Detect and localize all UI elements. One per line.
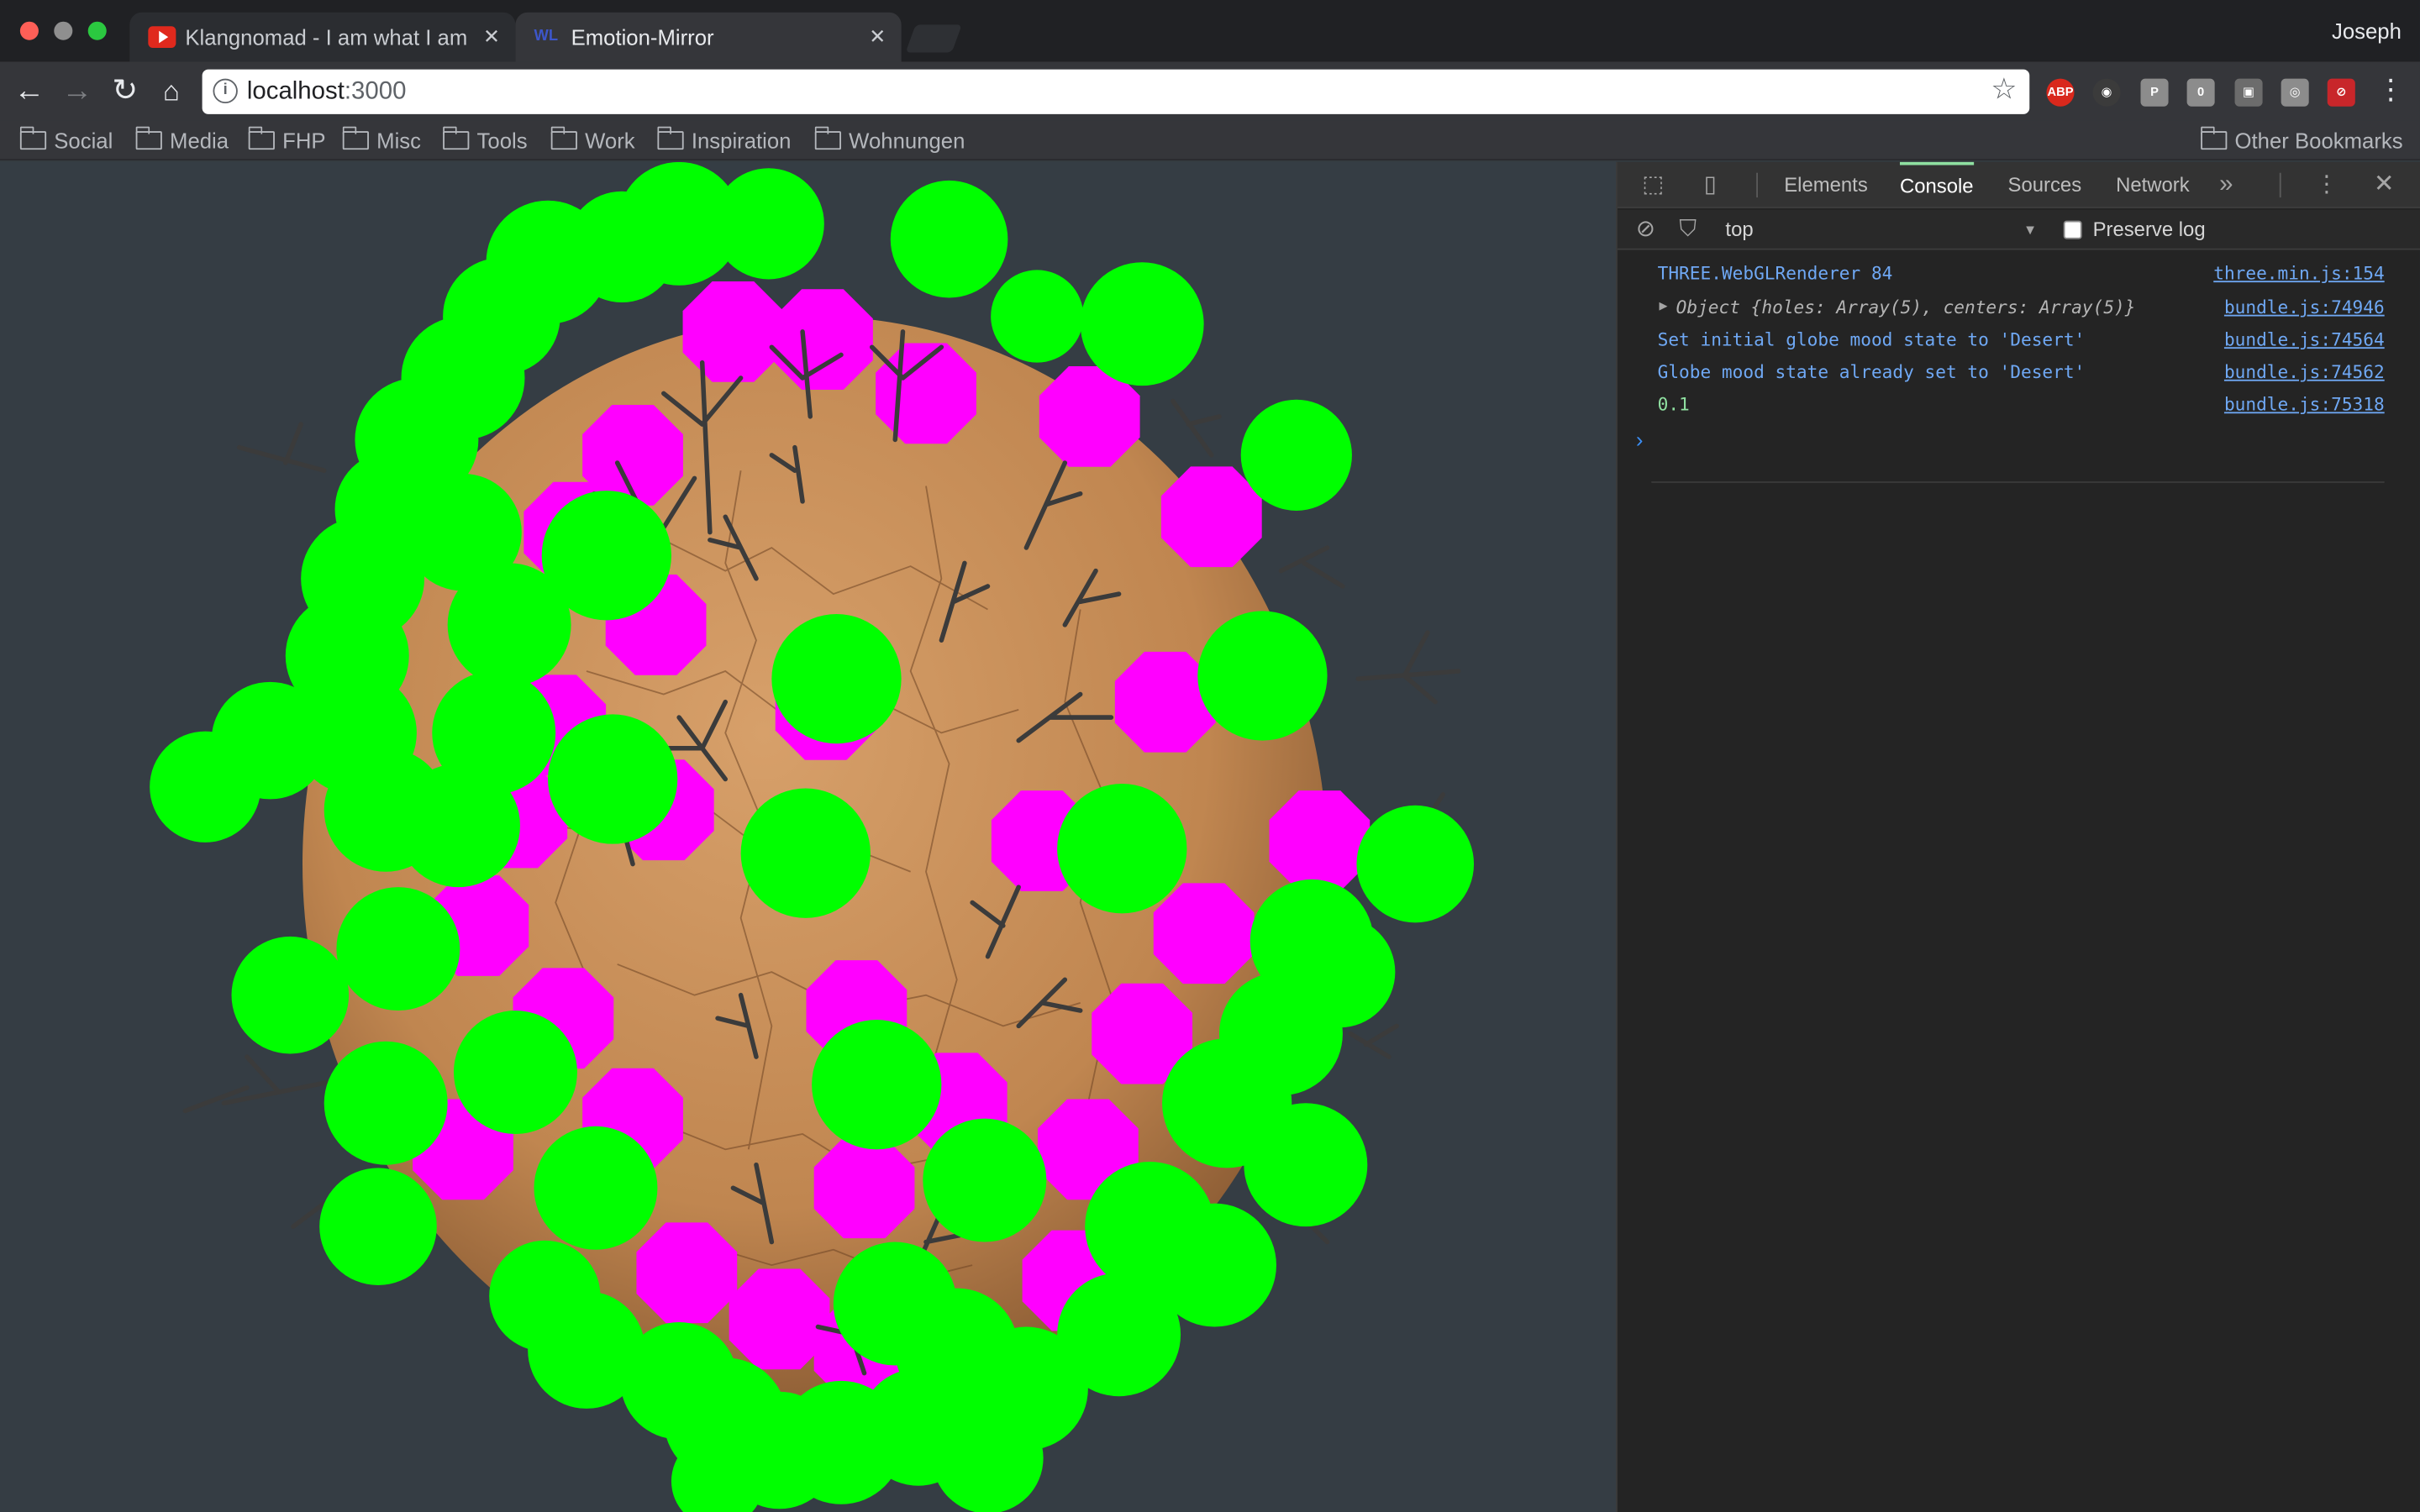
console-text[interactable]: Object {holes: Array(5), centers: Array(…	[1676, 291, 2136, 324]
tab-elements[interactable]: Elements	[1784, 162, 1868, 208]
console-message: 0.1 bundle.js:75318	[1618, 389, 2420, 422]
youtube-icon	[148, 26, 176, 48]
bookmark-folder-misc[interactable]: Misc	[341, 125, 421, 156]
profile-name[interactable]: Joseph	[2332, 18, 2402, 43]
home-icon[interactable]: ⌂	[155, 74, 188, 108]
console-message: ▶ Object {holes: Array(5), centers: Arra…	[1618, 291, 2420, 324]
bookmarks-bar: Social Media FHP Misc Tools Work Inspira…	[0, 120, 2420, 161]
console-text: THREE.WebGLRenderer 84	[1657, 262, 1893, 284]
folder-icon	[247, 126, 275, 150]
tab-close-icon[interactable]: ✕	[869, 13, 886, 62]
bookmark-folder-tools[interactable]: Tools	[442, 125, 528, 156]
more-tabs-icon[interactable]: »	[2219, 162, 2233, 208]
p-icon[interactable]: P	[2140, 78, 2169, 107]
context-select[interactable]: top	[1725, 210, 1753, 250]
console-text: Globe mood state already set to 'Desert'	[1657, 360, 2086, 383]
console-source-link[interactable]: bundle.js:74946	[2224, 291, 2385, 324]
console-text: 0.1	[1657, 393, 1690, 416]
console-source-link[interactable]: three.min.js:154	[2213, 258, 2384, 291]
abp-icon[interactable]: ABP	[2046, 78, 2075, 107]
reload-icon[interactable]: ↻	[108, 74, 142, 108]
bookmark-folder-fhp[interactable]: FHP	[247, 125, 326, 156]
zero-icon[interactable]: 0	[2186, 78, 2215, 107]
bookmark-folder-media[interactable]: Media	[134, 125, 229, 156]
globe-scene	[150, 161, 1475, 1512]
close-devtools-icon[interactable]: ✕	[2374, 162, 2395, 208]
bookmark-folder-wohnungen[interactable]: Wohnungen	[813, 125, 965, 156]
photo-icon[interactable]: ▣	[2234, 78, 2263, 107]
folder-icon	[656, 126, 684, 150]
bookmark-folder-work[interactable]: Work	[550, 125, 635, 156]
devtools-toolbar: ⬚ ▯ Elements Console Sources Network » ⋮…	[1617, 161, 2420, 208]
tab-emotion-mirror[interactable]: WL Emotion-Mirror ✕	[515, 12, 902, 62]
toolbar-divider	[2279, 172, 2281, 198]
console-source-link[interactable]: bundle.js:74564	[2224, 324, 2385, 357]
preserve-log-checkbox[interactable]	[2063, 220, 2082, 239]
inspect-element-icon[interactable]: ⬚	[1642, 162, 1664, 208]
back-arrow-icon[interactable]: ←	[13, 74, 46, 108]
expand-triangle-icon[interactable]: ▶	[1659, 291, 1667, 324]
devtools-menu-icon[interactable]: ⋮	[2315, 162, 2338, 208]
bookmark-folder-other[interactable]: Other Bookmarks	[2200, 125, 2403, 156]
device-toolbar-icon[interactable]: ▯	[1704, 162, 1717, 208]
toolbar-divider	[1756, 172, 1759, 198]
console-message: THREE.WebGLRenderer 84 three.min.js:154	[1618, 258, 2420, 291]
bookmark-star-icon[interactable]: ☆	[1991, 72, 2017, 108]
tab-sources[interactable]: Sources	[2008, 162, 2082, 208]
tab-title: Emotion-Mirror	[571, 24, 714, 50]
chevron-down-icon[interactable]: ▼	[2023, 210, 2037, 250]
tab-klangnomad[interactable]: Klangnomad - I am what I am - ✕	[129, 12, 516, 62]
info-icon[interactable]: i	[213, 78, 238, 104]
console-text: Set initial globe mood state to 'Desert'	[1657, 328, 2086, 350]
filter-icon[interactable]: ⛉	[1679, 210, 1697, 250]
console-source-link[interactable]: bundle.js:74562	[2224, 356, 2385, 389]
minimize-window-button[interactable]	[54, 21, 73, 40]
browser-toolbar: ← → ↻ ⌂ i localhost:3000 ☆ ABP ◉ P 0 ▣ ◎…	[0, 61, 2420, 121]
console-prompt[interactable]: ›	[1636, 428, 1644, 452]
title-bar: Klangnomad - I am what I am - ✕ WL Emoti…	[0, 0, 2420, 62]
webgl-canvas[interactable]	[0, 161, 1617, 1512]
zoom-window-button[interactable]	[87, 21, 107, 40]
folder-icon	[813, 126, 842, 150]
console-message: Globe mood state already set to 'Desert'…	[1618, 356, 2420, 389]
folder-icon	[550, 126, 577, 150]
folder-icon	[18, 126, 47, 150]
console-source-link[interactable]: bundle.js:75318	[2224, 389, 2385, 422]
folder-icon	[134, 126, 162, 150]
folder-icon	[341, 126, 369, 150]
tab-network[interactable]: Network	[2116, 162, 2190, 208]
menu-dots-icon[interactable]: ⋮	[2377, 74, 2405, 107]
color-picker-icon[interactable]: ◉	[2092, 78, 2121, 107]
tab-title: Klangnomad - I am what I am -	[185, 24, 473, 50]
new-tab-button[interactable]	[905, 24, 962, 53]
block-icon[interactable]: ⊘	[2327, 78, 2355, 107]
close-window-button[interactable]	[19, 21, 39, 40]
folder-icon	[442, 126, 470, 150]
react-icon[interactable]: ◎	[2281, 78, 2309, 107]
bookmark-folder-social[interactable]: Social	[18, 125, 113, 156]
console-filter-bar: ⊘ ⛉ top ▼ Preserve log	[1617, 209, 2420, 250]
devtools-panel: ⬚ ▯ Elements Console Sources Network » ⋮…	[1616, 161, 2420, 1512]
tab-console[interactable]: Console	[1899, 161, 1974, 208]
wl-icon: WL	[534, 28, 559, 45]
clear-console-icon[interactable]: ⊘	[1636, 210, 1655, 250]
tab-close-icon[interactable]: ✕	[483, 13, 500, 62]
preserve-log-label[interactable]: Preserve log	[2093, 210, 2206, 250]
console-input[interactable]	[1651, 481, 2385, 483]
address-bar[interactable]: i localhost:3000 ☆	[202, 69, 2030, 114]
forward-arrow-icon[interactable]: →	[60, 74, 94, 108]
url-text[interactable]: localhost:3000	[247, 70, 407, 114]
bookmark-folder-inspiration[interactable]: Inspiration	[656, 125, 791, 156]
folder-icon	[2200, 126, 2228, 150]
console-message: Set initial globe mood state to 'Desert'…	[1618, 324, 2420, 357]
